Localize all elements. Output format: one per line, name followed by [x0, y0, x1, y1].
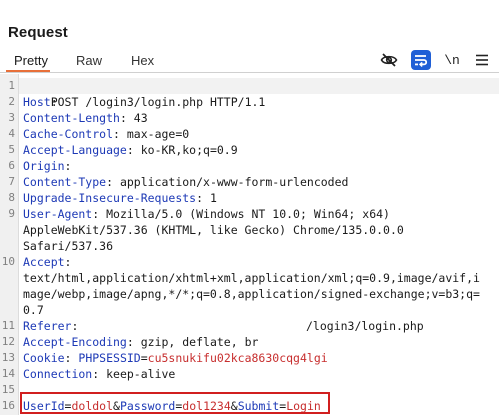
line-number: 13 [1, 351, 15, 364]
line-number: 2 [8, 95, 15, 108]
eye-slash-icon[interactable] [379, 50, 399, 70]
header-value-continuation: mage/webp,image/apng,*/*;q=0.8,applicati… [23, 287, 480, 301]
header-value: application/x-www-form-urlencoded [119, 175, 349, 189]
gutter-separator [18, 74, 19, 415]
header-line-content-type: Content-Type: application/x-www-form-url… [23, 175, 349, 189]
header-name: User-Agent [23, 207, 93, 221]
line-number: 5 [8, 143, 15, 156]
header-line-accept-language: Accept-Language: ko-KR,ko;q=0.9 [23, 143, 238, 157]
line-number: 16 [1, 399, 15, 412]
line-number: 6 [8, 159, 15, 172]
header-name: Content-Type [23, 175, 107, 189]
header-name: Upgrade-Insecure-Requests [23, 191, 197, 205]
body-highlight-box [20, 392, 330, 414]
header-line-content-length: Content-Length: 43 [23, 111, 148, 125]
header-name: Accept-Language [23, 143, 127, 157]
tab-hex[interactable]: Hex [131, 53, 154, 68]
newline-toggle[interactable]: \n [440, 50, 464, 70]
header-value-continuation: Safari/537.36 [23, 239, 114, 253]
tab-pretty[interactable]: Pretty [14, 53, 48, 68]
line-number: 14 [1, 367, 15, 380]
header-name: Accept [23, 255, 65, 269]
header-value: keep-alive [106, 367, 176, 381]
header-name: Connection [23, 367, 93, 381]
request-editor[interactable]: 1 2 3 4 5 6 7 8 9 10 11 12 13 14 15 16 P… [0, 74, 499, 415]
header-line-user-agent: User-Agent: Mozilla/5.0 (Windows NT 10.0… [23, 207, 390, 221]
header-value: 1 [209, 191, 217, 205]
line-number: 7 [8, 175, 15, 188]
line-number: 3 [8, 111, 15, 124]
header-value: Mozilla/5.0 (Windows NT 10.0; Win64; x64… [106, 207, 390, 221]
hamburger-menu-icon[interactable] [472, 50, 492, 70]
header-line-upgrade-insecure: Upgrade-Insecure-Requests: 1 [23, 191, 217, 205]
cookie-value: cu5snukifu02kca8630cqg4lgi [147, 351, 328, 365]
header-value: 43 [133, 111, 148, 125]
header-value: max-age=0 [126, 127, 190, 141]
line-number: 11 [1, 319, 15, 332]
header-name: Cache-Control [23, 127, 114, 141]
header-line-accept: Accept: [23, 255, 72, 269]
header-name: Origin [23, 159, 65, 173]
toolbar-divider [0, 72, 499, 73]
panel-title: Request [8, 24, 68, 41]
header-line-origin: Origin: [23, 159, 79, 173]
request-line-text: POST /login3/login.php HTTP/1.1 [50, 95, 266, 109]
header-name: Referer [23, 319, 72, 333]
line-number: 12 [1, 335, 15, 348]
view-tabs: Pretty Raw Hex \n [0, 50, 499, 72]
line-number: 15 [1, 383, 15, 396]
header-line-accept-encoding: Accept-Encoding: gzip, deflate, br [23, 335, 259, 349]
word-wrap-icon[interactable] [410, 50, 432, 70]
header-value: gzip, deflate, br [140, 335, 259, 349]
header-name: Host [23, 95, 51, 109]
header-name: Content-Length [23, 111, 120, 125]
header-line-host: Host: [23, 95, 65, 109]
line-number: 8 [8, 191, 15, 204]
line-number: 9 [8, 207, 15, 220]
cookie-name: PHPSESSID [78, 351, 141, 365]
tab-raw[interactable]: Raw [76, 53, 102, 68]
header-value-continuation: AppleWebKit/537.36 (KHTML, like Gecko) C… [23, 223, 404, 237]
header-value-continuation: text/html,application/xhtml+xml,applicat… [23, 271, 480, 285]
header-name: Accept-Encoding [23, 335, 127, 349]
header-value: ko-KR,ko;q=0.9 [140, 143, 238, 157]
line-number: 1 [8, 79, 15, 92]
header-line-connection: Connection: keep-alive [23, 367, 176, 381]
header-line-referer: Referer: [23, 319, 79, 333]
line-number: 10 [1, 255, 15, 268]
header-name: Cookie [23, 351, 65, 365]
line-number: 4 [8, 127, 15, 140]
header-line-cache-control: Cache-Control: max-age=0 [23, 127, 190, 141]
referer-value: /login3/login.php [306, 319, 424, 333]
header-line-cookie: Cookie: PHPSESSID=cu5snukifu02kca8630cqg… [23, 351, 328, 365]
header-value-continuation: 0.7 [23, 303, 44, 317]
